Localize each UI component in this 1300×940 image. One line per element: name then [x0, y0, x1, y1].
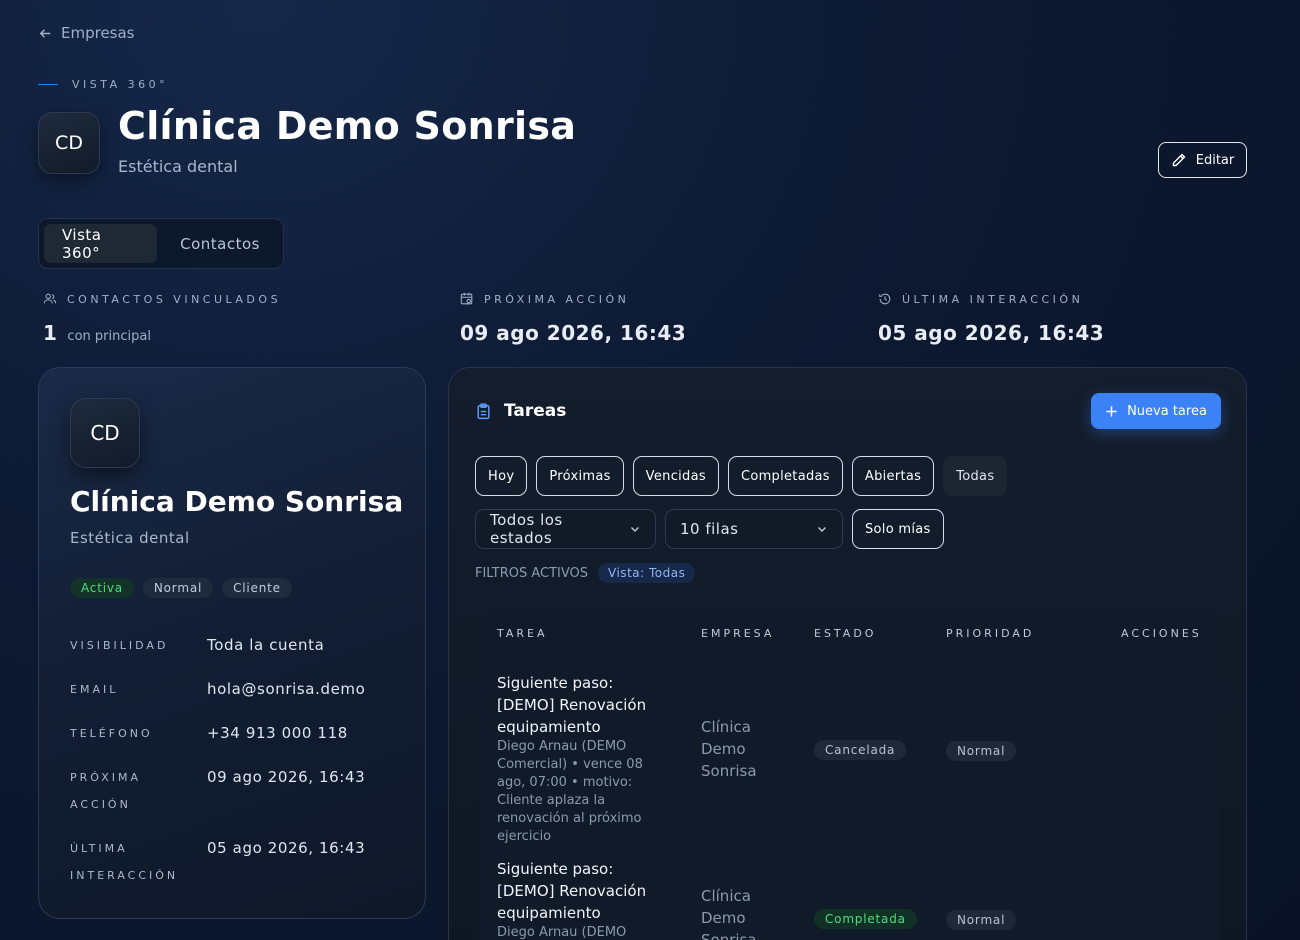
edit-button[interactable]: Editar	[1158, 142, 1247, 178]
column-header-acciones: ACCIONES	[1121, 627, 1202, 640]
field-next-action: PRÓXIMA ACCIÓN 09 ago 2026, 16:43	[70, 764, 410, 818]
stat-contacts-label: CONTACTOS VINCULADOS	[67, 292, 282, 306]
task-meta: Diego Arnau (DEMO	[497, 925, 627, 940]
stat-next-action: PRÓXIMA ACCIÓN 09 ago 2026, 16:43	[460, 292, 687, 346]
field-visibility-value: Toda la cuenta	[207, 636, 325, 654]
filter-hoy[interactable]: Hoy	[475, 456, 528, 496]
task-selects: Todos los estados 10 filas Solo mías	[475, 509, 944, 549]
tasks-panel: Tareas Nueva tarea Hoy Próximas Vencidas…	[448, 367, 1247, 940]
company-profile-card: CD Clínica Demo Sonrisa Estética dental …	[38, 367, 426, 919]
task-priority-badge: Normal	[946, 741, 1017, 761]
tab-vista-360[interactable]: Vista 360°	[44, 224, 158, 263]
profile-avatar: CD	[70, 398, 140, 468]
task-title[interactable]: Siguiente paso: [DEMO] Renovación equipa…	[497, 672, 672, 738]
back-to-companies-link[interactable]: Empresas	[38, 24, 135, 42]
stat-last-interaction-label: ÚLTIMA INTERACCIÓN	[902, 292, 1084, 306]
tasks-header: Tareas	[475, 401, 566, 421]
task-cell: Siguiente paso: [DEMO] Renovación equipa…	[497, 858, 672, 940]
filter-vencidas[interactable]: Vencidas	[632, 456, 719, 496]
task-company[interactable]: Clínica Demo Sonrisa	[701, 885, 791, 940]
status-select[interactable]: Todos los estados	[475, 509, 656, 549]
chevron-down-icon	[818, 527, 826, 532]
field-email-key: EMAIL	[70, 683, 119, 696]
arrow-left-icon	[39, 28, 51, 38]
clipboard-icon	[477, 402, 490, 419]
page-subtitle: Estética dental	[118, 157, 238, 176]
status-badge: Activa	[70, 578, 134, 598]
field-last-interaction-value: 05 ago 2026, 16:43	[207, 839, 366, 857]
history-icon	[879, 293, 891, 305]
column-header-empresa: EMPRESA	[701, 627, 775, 640]
only-mine-button[interactable]: Solo mías	[852, 509, 944, 549]
task-company[interactable]: Clínica Demo Sonrisa	[701, 716, 791, 782]
edit-button-label: Editar	[1195, 152, 1235, 168]
column-header-tarea: TAREA	[497, 627, 548, 640]
page-eyebrow: VISTA 360°	[38, 78, 168, 91]
filter-abiertas[interactable]: Abiertas	[851, 456, 935, 496]
stat-contacts-value: 1	[43, 321, 58, 345]
profile-industry: Estética dental	[70, 529, 190, 547]
filter-proximas[interactable]: Próximas	[536, 456, 624, 496]
profile-name: Clínica Demo Sonrisa	[70, 485, 404, 518]
task-state-badge: Cancelada	[814, 740, 907, 760]
active-filters-label: FILTROS ACTIVOS	[475, 565, 589, 581]
type-badge: Cliente	[222, 578, 292, 598]
back-link-label: Empresas	[61, 24, 135, 42]
field-email: EMAIL hola@sonrisa.demo	[70, 676, 410, 703]
field-visibility-key: VISIBILIDAD	[70, 639, 169, 652]
task-priority-badge: Normal	[946, 910, 1017, 930]
task-cell: Siguiente paso: [DEMO] Renovación equipa…	[497, 672, 672, 846]
status-select-value: Todos los estados	[490, 511, 563, 547]
active-filters: FILTROS ACTIVOS Vista: Todas	[475, 563, 696, 583]
profile-badges: Activa Normal Cliente	[70, 578, 292, 598]
tab-contactos[interactable]: Contactos	[162, 224, 278, 263]
plus-icon	[1106, 405, 1117, 417]
active-filter-chip[interactable]: Vista: Todas	[598, 563, 696, 583]
stat-last-interaction: ÚLTIMA INTERACCIÓN 05 ago 2026, 16:43	[878, 292, 1105, 346]
filter-todas[interactable]: Todas	[943, 456, 1008, 496]
rows-select-value: 10 filas	[680, 520, 739, 538]
task-state-badge: Completada	[814, 909, 917, 929]
stat-next-action-label: PRÓXIMA ACCIÓN	[484, 292, 630, 306]
eyebrow-line	[38, 84, 58, 85]
column-header-prioridad: PRIORIDAD	[946, 627, 1035, 640]
field-phone-value: +34 913 000 118	[207, 724, 348, 742]
stat-next-action-value: 09 ago 2026, 16:43	[460, 321, 687, 345]
field-next-action-value: 09 ago 2026, 16:43	[207, 768, 366, 786]
view-tabs: Vista 360° Contactos	[38, 218, 284, 269]
field-last-interaction-key: ÚLTIMA INTERACCIÓN	[70, 842, 179, 882]
filter-completadas[interactable]: Completadas	[727, 456, 843, 496]
users-icon	[43, 293, 57, 304]
field-phone-key: TELÉFONO	[70, 727, 153, 740]
tasks-table: TAREA EMPRESA ESTADO PRIORIDAD ACCIONES …	[479, 612, 1219, 940]
field-phone: TELÉFONO +34 913 000 118	[70, 720, 410, 747]
tasks-title: Tareas	[504, 401, 567, 421]
task-meta: Diego Arnau (DEMO Comercial) • vence 08 …	[497, 739, 643, 844]
stat-last-interaction-value: 05 ago 2026, 16:43	[878, 321, 1105, 345]
field-visibility: VISIBILIDAD Toda la cuenta	[70, 632, 410, 659]
page-title: Clínica Demo Sonrisa	[118, 104, 577, 148]
stat-contacts-sub: con principal	[67, 329, 151, 344]
column-header-estado: ESTADO	[814, 627, 877, 640]
new-task-label: Nueva tarea	[1127, 403, 1207, 419]
priority-badge: Normal	[142, 578, 214, 598]
pencil-icon	[1172, 153, 1186, 167]
calendar-clock-icon	[460, 292, 473, 305]
stat-contacts: CONTACTOS VINCULADOS 1 con principal	[43, 292, 282, 346]
field-next-action-key: PRÓXIMA ACCIÓN	[70, 771, 142, 811]
field-email-value: hola@sonrisa.demo	[207, 680, 366, 698]
chevron-down-icon	[631, 527, 640, 532]
company-avatar: CD	[38, 112, 100, 174]
field-last-interaction: ÚLTIMA INTERACCIÓN 05 ago 2026, 16:43	[70, 835, 410, 889]
task-title[interactable]: Siguiente paso: [DEMO] Renovación equipa…	[497, 858, 672, 924]
new-task-button[interactable]: Nueva tarea	[1091, 393, 1221, 429]
rows-select[interactable]: 10 filas	[665, 509, 843, 549]
eyebrow-label: VISTA 360°	[72, 78, 169, 91]
task-filter-buttons: Hoy Próximas Vencidas Completadas Abiert…	[475, 456, 1008, 496]
